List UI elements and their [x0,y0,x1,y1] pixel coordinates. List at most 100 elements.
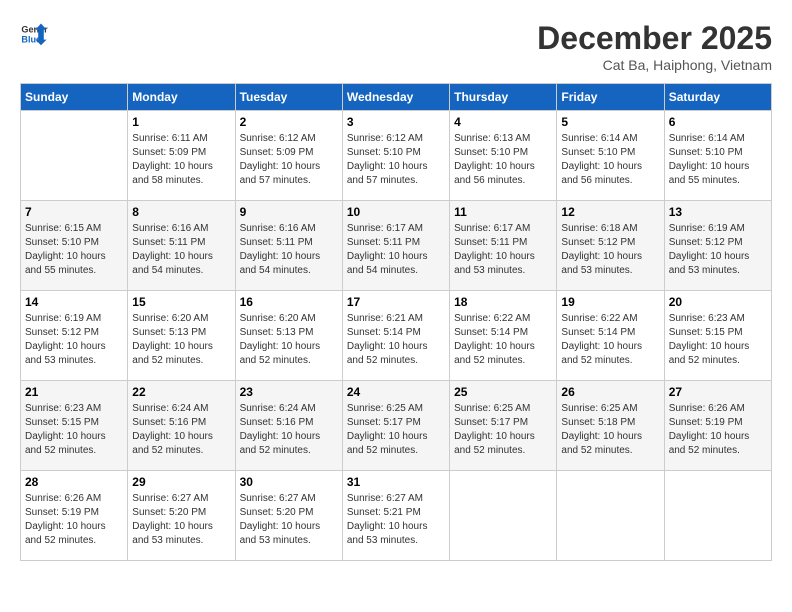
day-info: Sunrise: 6:22 AMSunset: 5:14 PMDaylight:… [561,312,659,368]
svg-text:Blue: Blue [21,34,41,44]
day-number: 27 [669,385,767,399]
day-info: Sunrise: 6:25 AMSunset: 5:17 PMDaylight:… [347,402,445,458]
day-number: 20 [669,295,767,309]
calendar-day-cell [21,111,128,201]
calendar-day-cell: 13Sunrise: 6:19 AMSunset: 5:12 PMDayligh… [664,201,771,291]
day-number: 3 [347,115,445,129]
day-number: 4 [454,115,552,129]
day-number: 22 [132,385,230,399]
day-number: 12 [561,205,659,219]
day-info: Sunrise: 6:12 AMSunset: 5:10 PMDaylight:… [347,132,445,188]
calendar-day-cell [664,471,771,561]
day-number: 25 [454,385,552,399]
calendar-day-cell: 31 Sunrise: 6:27 AMSunset: 5:21 PMDayligh… [342,471,449,561]
calendar-week-row: 14Sunrise: 6:19 AMSunset: 5:12 PMDayligh… [21,291,772,381]
calendar-table: SundayMondayTuesdayWednesdayThursdayFrid… [20,83,772,561]
day-number: 18 [454,295,552,309]
weekday-header-cell: Saturday [664,84,771,111]
calendar-day-cell: 8Sunrise: 6:16 AMSunset: 5:11 PMDaylight… [128,201,235,291]
calendar-day-cell: 27 Sunrise: 6:26 AMSunset: 5:19 PMDayligh… [664,381,771,471]
day-info: Sunrise: 6:26 AMSunset: 5:19 PMDaylight:… [669,402,767,458]
logo-icon: General Blue [20,20,48,48]
calendar-day-cell: 26Sunrise: 6:25 AMSunset: 5:18 PMDayligh… [557,381,664,471]
day-number: 13 [669,205,767,219]
month-title: December 2025 [537,20,772,57]
day-number: 19 [561,295,659,309]
calendar-day-cell: 17 Sunrise: 6:21 AMSunset: 5:14 PMDayligh… [342,291,449,381]
calendar-day-cell: 15Sunrise: 6:20 AMSunset: 5:13 PMDayligh… [128,291,235,381]
day-number: 21 [25,385,123,399]
day-number: 28 [25,475,123,489]
day-info: Sunrise: 6:27 AMSunset: 5:20 PMDaylight:… [132,492,230,548]
day-info: Sunrise: 6:22 AMSunset: 5:14 PMDaylight:… [454,312,552,368]
calendar-week-row: 1 Sunrise: 6:11 AMSunset: 5:09 PMDaylight… [21,111,772,201]
calendar-week-row: 28 Sunrise: 6:26 AMSunset: 5:19 PMDayligh… [21,471,772,561]
calendar-day-cell: 18 Sunrise: 6:22 AMSunset: 5:14 PMDayligh… [450,291,557,381]
weekday-header-cell: Thursday [450,84,557,111]
calendar-week-row: 7 Sunrise: 6:15 AMSunset: 5:10 PMDaylight… [21,201,772,291]
day-info: Sunrise: 6:23 AMSunset: 5:15 PMDaylight:… [25,402,123,458]
day-info: Sunrise: 6:14 AMSunset: 5:10 PMDaylight:… [669,132,767,188]
day-info: Sunrise: 6:24 AMSunset: 5:16 PMDaylight:… [240,402,338,458]
day-info: Sunrise: 6:14 AMSunset: 5:10 PMDaylight:… [561,132,659,188]
calendar-day-cell: 11 Sunrise: 6:17 AMSunset: 5:11 PMDayligh… [450,201,557,291]
calendar-day-cell: 3 Sunrise: 6:12 AMSunset: 5:10 PMDaylight… [342,111,449,201]
day-info: Sunrise: 6:24 AMSunset: 5:16 PMDaylight:… [132,402,230,458]
calendar-day-cell: 1 Sunrise: 6:11 AMSunset: 5:09 PMDaylight… [128,111,235,201]
weekday-header-cell: Friday [557,84,664,111]
calendar-day-cell: 23 Sunrise: 6:24 AMSunset: 5:16 PMDayligh… [235,381,342,471]
day-info: Sunrise: 6:20 AMSunset: 5:13 PMDaylight:… [240,312,338,368]
day-info: Sunrise: 6:18 AMSunset: 5:12 PMDaylight:… [561,222,659,278]
day-info: Sunrise: 6:27 AMSunset: 5:21 PMDaylight:… [347,492,445,548]
weekday-header-cell: Sunday [21,84,128,111]
day-info: Sunrise: 6:25 AMSunset: 5:18 PMDaylight:… [561,402,659,458]
day-number: 16 [240,295,338,309]
day-number: 7 [25,205,123,219]
calendar-day-cell: 9Sunrise: 6:16 AMSunset: 5:11 PMDaylight… [235,201,342,291]
day-info: Sunrise: 6:23 AMSunset: 5:15 PMDaylight:… [669,312,767,368]
calendar-day-cell: 29 Sunrise: 6:27 AMSunset: 5:20 PMDayligh… [128,471,235,561]
calendar-day-cell: 5Sunrise: 6:14 AMSunset: 5:10 PMDaylight… [557,111,664,201]
calendar-day-cell: 14Sunrise: 6:19 AMSunset: 5:12 PMDayligh… [21,291,128,381]
weekday-header-row: SundayMondayTuesdayWednesdayThursdayFrid… [21,84,772,111]
calendar-week-row: 21 Sunrise: 6:23 AMSunset: 5:15 PMDayligh… [21,381,772,471]
logo: General Blue [20,20,48,48]
day-info: Sunrise: 6:15 AMSunset: 5:10 PMDaylight:… [25,222,123,278]
day-number: 24 [347,385,445,399]
day-number: 2 [240,115,338,129]
calendar-day-cell: 12 Sunrise: 6:18 AMSunset: 5:12 PMDayligh… [557,201,664,291]
page-header: General Blue December 2025 Cat Ba, Haiph… [20,20,772,73]
calendar-day-cell: 2Sunrise: 6:12 AMSunset: 5:09 PMDaylight… [235,111,342,201]
day-info: Sunrise: 6:25 AMSunset: 5:17 PMDaylight:… [454,402,552,458]
day-number: 11 [454,205,552,219]
day-number: 31 [347,475,445,489]
day-number: 15 [132,295,230,309]
day-number: 6 [669,115,767,129]
day-number: 1 [132,115,230,129]
calendar-day-cell: 25 Sunrise: 6:25 AMSunset: 5:17 PMDayligh… [450,381,557,471]
calendar-day-cell: 10Sunrise: 6:17 AMSunset: 5:11 PMDayligh… [342,201,449,291]
calendar-day-cell: 28 Sunrise: 6:26 AMSunset: 5:19 PMDayligh… [21,471,128,561]
day-number: 29 [132,475,230,489]
day-info: Sunrise: 6:26 AMSunset: 5:19 PMDaylight:… [25,492,123,548]
calendar-body: 1 Sunrise: 6:11 AMSunset: 5:09 PMDaylight… [21,111,772,561]
day-number: 17 [347,295,445,309]
day-info: Sunrise: 6:21 AMSunset: 5:14 PMDaylight:… [347,312,445,368]
calendar-day-cell: 30Sunrise: 6:27 AMSunset: 5:20 PMDayligh… [235,471,342,561]
weekday-header-cell: Tuesday [235,84,342,111]
day-number: 8 [132,205,230,219]
day-info: Sunrise: 6:17 AMSunset: 5:11 PMDaylight:… [454,222,552,278]
calendar-day-cell: 24 Sunrise: 6:25 AMSunset: 5:17 PMDayligh… [342,381,449,471]
day-info: Sunrise: 6:13 AMSunset: 5:10 PMDaylight:… [454,132,552,188]
calendar-day-cell: 6 Sunrise: 6:14 AMSunset: 5:10 PMDaylight… [664,111,771,201]
day-number: 23 [240,385,338,399]
day-info: Sunrise: 6:11 AMSunset: 5:09 PMDaylight:… [132,132,230,188]
day-number: 10 [347,205,445,219]
calendar-day-cell: 4 Sunrise: 6:13 AMSunset: 5:10 PMDaylight… [450,111,557,201]
weekday-header-cell: Monday [128,84,235,111]
calendar-day-cell: 20 Sunrise: 6:23 AMSunset: 5:15 PMDayligh… [664,291,771,381]
title-block: December 2025 Cat Ba, Haiphong, Vietnam [537,20,772,73]
calendar-day-cell: 19 Sunrise: 6:22 AMSunset: 5:14 PMDayligh… [557,291,664,381]
calendar-day-cell: 7 Sunrise: 6:15 AMSunset: 5:10 PMDaylight… [21,201,128,291]
calendar-day-cell: 16 Sunrise: 6:20 AMSunset: 5:13 PMDayligh… [235,291,342,381]
